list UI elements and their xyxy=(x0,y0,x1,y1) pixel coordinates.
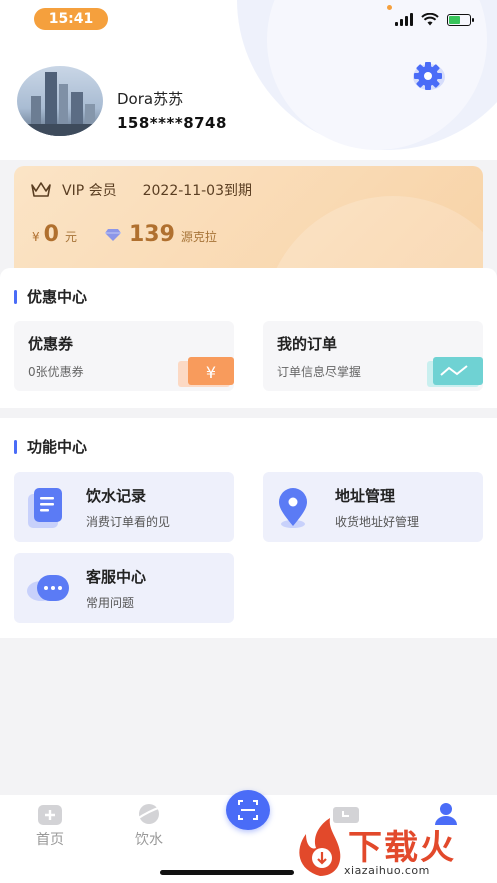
home-indicator[interactable] xyxy=(160,870,294,875)
customer-service-title: 客服中心 xyxy=(86,568,147,586)
customer-service-card[interactable]: 客服中心 常用问题 xyxy=(14,553,234,623)
watermark-text: 下载火 xyxy=(348,828,456,868)
address-management-subtitle: 收货地址好管理 xyxy=(335,515,420,529)
balance-currency: ¥ xyxy=(32,230,40,244)
address-management-card[interactable]: 地址管理 收货地址好管理 xyxy=(263,472,483,542)
wifi-icon xyxy=(421,13,439,26)
balance-value: 0 xyxy=(43,222,59,247)
vip-label: VIP 会员 xyxy=(62,183,117,199)
document-icon xyxy=(28,488,62,528)
tab-drink[interactable]: 饮水 xyxy=(109,801,189,849)
tab-home[interactable]: 首页 xyxy=(10,801,90,849)
vip-expiry: 2022-11-03到期 xyxy=(142,183,252,199)
scan-button[interactable] xyxy=(226,790,270,830)
yen-ticket-icon: ¥ xyxy=(178,357,234,387)
location-pin-icon xyxy=(279,488,307,528)
drink-record-title: 饮水记录 xyxy=(86,487,147,505)
crown-icon xyxy=(31,182,51,197)
discount-center-panel: 优惠中心 优惠券 0张优惠券 ¥ 我的订单 订单信息尽掌握 xyxy=(0,268,497,408)
function-center-panel: 功能中心 饮水记录 消费订单看的见 地址管理 收货地址好管理 客服中心 常用问题 xyxy=(0,418,497,638)
coupon-card[interactable]: 优惠券 0张优惠券 ¥ xyxy=(14,321,234,391)
vip-card[interactable]: VIP 会员 2022-11-03到期 ¥ 0 元 139 源克拉 xyxy=(14,166,483,270)
battery-icon xyxy=(447,14,474,26)
function-center-title: 功能中心 xyxy=(14,436,87,457)
watermark-url: xiazaihuo.com xyxy=(344,864,430,877)
customer-service-subtitle: 常用问题 xyxy=(86,596,135,610)
my-orders-subtitle: 订单信息尽掌握 xyxy=(277,365,362,379)
svg-text:¥: ¥ xyxy=(206,363,216,382)
address-management-title: 地址管理 xyxy=(335,487,396,505)
settings-gear-icon[interactable] xyxy=(406,60,446,94)
order-chart-icon xyxy=(427,357,483,387)
drink-record-subtitle: 消费订单看的见 xyxy=(86,515,171,529)
user-phone: 158****8748 xyxy=(117,114,227,132)
avatar[interactable] xyxy=(17,66,103,136)
planet-icon xyxy=(136,804,162,824)
drink-record-card[interactable]: 饮水记录 消费订单看的见 xyxy=(14,472,234,542)
scan-icon xyxy=(238,800,258,820)
tab-home-label: 首页 xyxy=(36,832,64,848)
status-time: 15:41 xyxy=(34,8,108,30)
diamond-icon xyxy=(104,228,121,241)
chat-bubble-icon xyxy=(27,575,69,601)
discount-center-title: 优惠中心 xyxy=(14,286,87,307)
user-name: Dora苏苏 xyxy=(117,90,184,108)
home-icon xyxy=(38,805,62,825)
balance-unit: 元 xyxy=(64,230,77,244)
coupon-card-subtitle: 0张优惠券 xyxy=(28,365,84,379)
status-bar: 15:41 xyxy=(0,0,497,40)
cellular-signal-icon xyxy=(395,12,413,26)
points-value: 139 xyxy=(128,222,175,247)
coupon-card-title: 优惠券 xyxy=(28,335,74,353)
my-orders-title: 我的订单 xyxy=(277,335,338,353)
privacy-indicator-dot xyxy=(387,5,392,10)
tab-drink-label: 饮水 xyxy=(135,832,163,848)
points-unit: 源克拉 xyxy=(180,230,217,244)
my-orders-card[interactable]: 我的订单 订单信息尽掌握 xyxy=(263,321,483,391)
